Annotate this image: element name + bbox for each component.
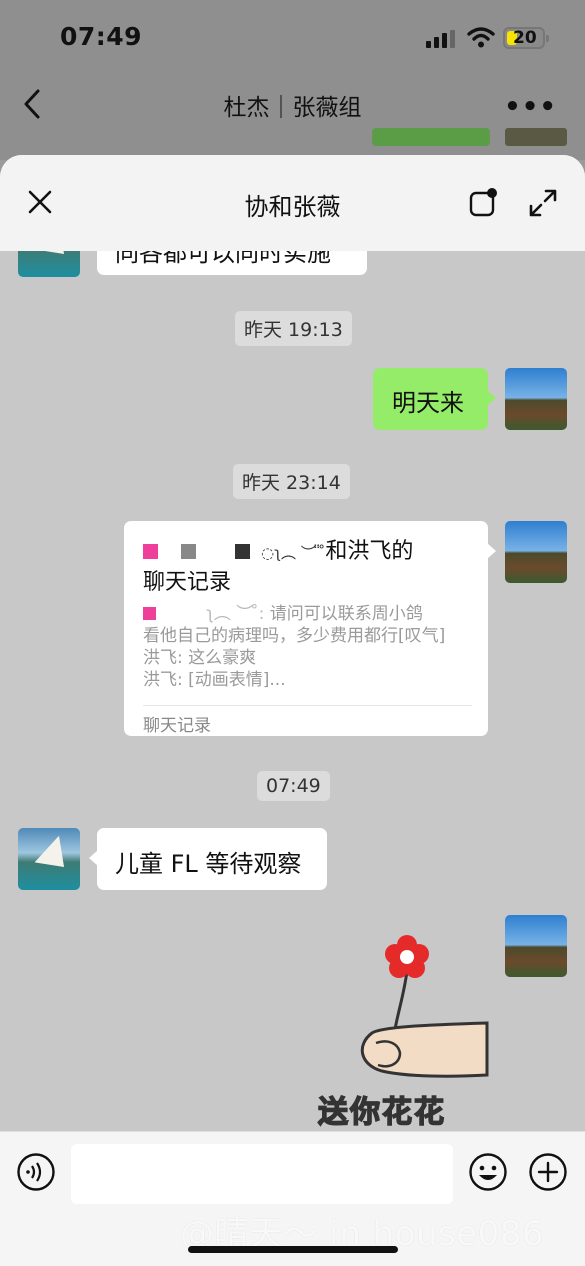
battery-level: 20 bbox=[513, 28, 537, 48]
message-bubble-outgoing[interactable]: 明天来 bbox=[373, 368, 496, 430]
record-divider bbox=[143, 705, 472, 706]
my-avatar[interactable] bbox=[505, 368, 567, 430]
more-icon[interactable]: ••• bbox=[504, 92, 557, 122]
record-footer: 聊天记录 bbox=[143, 716, 211, 736]
record-title: ◌ʅ︵ ︶ ̈̈ ̊和洪飞的 聊天记录 bbox=[143, 539, 414, 595]
timestamp: 昨天 23:14 bbox=[233, 464, 350, 499]
record-line-2: 看他自己的病理吗，多少费用都行[叹气] bbox=[143, 626, 446, 646]
record-line-3: 洪飞: 这么豪爽 bbox=[143, 648, 257, 668]
message-bubble-incoming[interactable]: 儿童 FL 等待观察 bbox=[89, 828, 327, 890]
record-preview: ʅ︵ ︶ ̊: 请问可以联系周小鸽 看他自己的病理吗，多少费用都行[叹气] 洪飞… bbox=[143, 603, 473, 691]
message-text: 明天来 bbox=[392, 389, 464, 417]
background-avatar bbox=[505, 128, 567, 146]
voice-icon[interactable] bbox=[16, 1152, 56, 1192]
float-window-icon[interactable] bbox=[468, 188, 498, 218]
sheet-header: 协和张薇 bbox=[0, 155, 585, 251]
contact-avatar[interactable] bbox=[18, 251, 80, 277]
message-bubble-cut[interactable]: 同各都可以同时实施 bbox=[97, 251, 367, 275]
emoji-icon[interactable] bbox=[468, 1152, 508, 1192]
message-text: 同各都可以同时实施 bbox=[115, 251, 331, 267]
battery-icon: 20 bbox=[503, 27, 549, 49]
message-text: 儿童 FL 等待观察 bbox=[115, 850, 302, 878]
chat-record-card[interactable]: ◌ʅ︵ ︶ ̈̈ ̊和洪飞的 聊天记录 ʅ︵ ︶ ̊: 请问可以联系周小鸽 看他… bbox=[124, 521, 496, 736]
record-line-1: 请问可以联系周小鸽 bbox=[269, 604, 423, 624]
timestamp: 昨天 19:13 bbox=[235, 311, 352, 346]
contact-avatar[interactable] bbox=[18, 828, 80, 890]
record-line-4: 洪飞: [动画表情]... bbox=[143, 670, 286, 690]
status-time: 07:49 bbox=[60, 22, 143, 51]
background-chat-title: 杜杰｜张薇组 bbox=[223, 95, 362, 121]
chat-area[interactable]: 同各都可以同时实施 昨天 19:13 明天来 昨天 23:14 ◌ʅ︵ ︶ ̈̈… bbox=[0, 251, 585, 1131]
message-input[interactable] bbox=[71, 1144, 453, 1204]
plus-icon[interactable] bbox=[528, 1152, 568, 1192]
sticker-text: 送你花花 bbox=[317, 1094, 446, 1131]
home-indicator[interactable] bbox=[188, 1246, 398, 1253]
chat-sheet: 协和张薇 同各都可以同时实施 昨天 19:13 明天来 昨天 23:14 ◌ʅ︵ bbox=[0, 155, 585, 1266]
wifi-icon bbox=[467, 27, 495, 48]
status-bar: 07:49 20 bbox=[0, 0, 585, 80]
my-avatar[interactable] bbox=[505, 521, 567, 583]
expand-icon[interactable] bbox=[527, 187, 559, 219]
my-avatar[interactable] bbox=[505, 915, 567, 977]
timestamp: 07:49 bbox=[257, 771, 330, 801]
input-bar: @晴天～ in house086 bbox=[0, 1131, 585, 1266]
flower-sticker[interactable]: 送你花花 bbox=[312, 935, 492, 1131]
record-title-suffix: 和洪飞的 bbox=[325, 539, 414, 564]
record-title-line2: 聊天记录 bbox=[143, 570, 232, 595]
signal-icon bbox=[426, 30, 458, 48]
background-green-bubble bbox=[372, 128, 490, 146]
